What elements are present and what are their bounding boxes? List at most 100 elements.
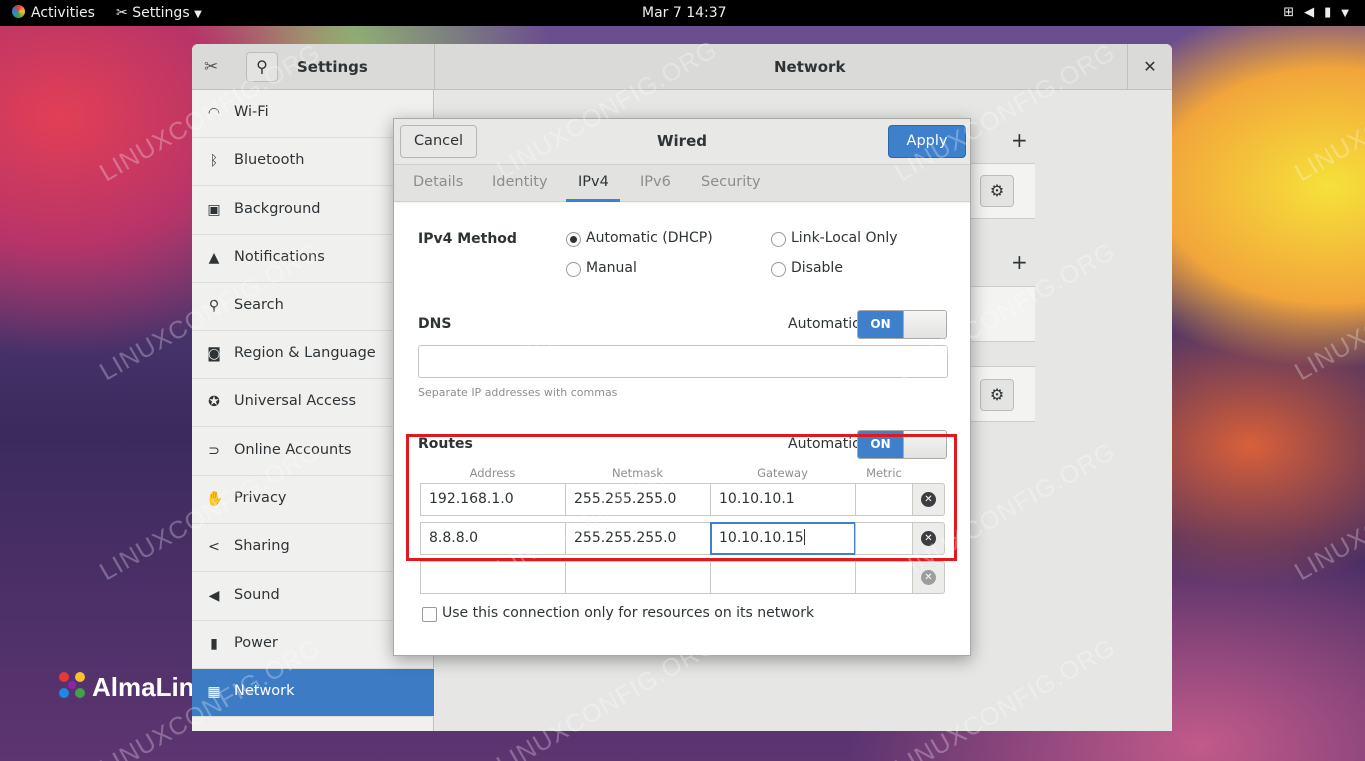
- bell-icon: ▲: [208, 250, 220, 266]
- sidebar-item-network[interactable]: ▦ Network: [192, 669, 434, 717]
- column-gateway: Gateway: [757, 466, 808, 480]
- network-icon: ▦: [207, 684, 221, 700]
- sidebar-item-label: Region & Language: [234, 345, 376, 361]
- privacy-hand-icon: ✋: [206, 491, 224, 507]
- close-button[interactable]: ✕: [1127, 44, 1172, 90]
- tab-details[interactable]: Details: [413, 174, 463, 190]
- search-icon: ⚲: [208, 298, 220, 314]
- sidebar-item-label: Online Accounts: [234, 442, 352, 458]
- route-netmask-input[interactable]: 255.255.255.0: [565, 483, 711, 516]
- sidebar-item-label: Network: [234, 683, 295, 699]
- settings-headerbar: ✂ ⚲ Settings Network ✕: [192, 44, 1172, 90]
- system-status-area[interactable]: ⊞◀▮▼: [1283, 4, 1349, 22]
- dns-automatic-label: Automatic: [788, 316, 860, 332]
- app-menu[interactable]: ✂ Settings ▼: [116, 4, 202, 22]
- wired-dialog: Cancel Wired Apply Details Identity IPv4…: [393, 118, 971, 656]
- chevron-down-icon: ▼: [1341, 8, 1349, 19]
- switch-knob: [903, 431, 946, 458]
- power-icon: ▮: [210, 636, 218, 652]
- sidebar-item-label: Universal Access: [234, 393, 357, 409]
- radio-automatic-dhcp[interactable]: [566, 232, 581, 247]
- bluetooth-icon: ᛒ: [209, 153, 219, 169]
- only-local-resources-checkbox[interactable]: [422, 607, 437, 622]
- delete-route-button[interactable]: ✕: [912, 561, 945, 594]
- search-button[interactable]: ⚲: [246, 52, 278, 82]
- text-caret: [803, 529, 805, 545]
- route-metric-input[interactable]: [855, 561, 913, 594]
- sidebar-item-label: Bluetooth: [234, 152, 305, 168]
- dns-automatic-switch[interactable]: ON: [857, 310, 947, 339]
- route-address-input[interactable]: 192.168.1.0: [420, 483, 566, 516]
- routes-automatic-label: Automatic: [788, 436, 860, 452]
- activities-button[interactable]: Activities: [12, 4, 95, 22]
- dialog-title: Wired: [657, 132, 707, 150]
- switch-on-label: ON: [858, 431, 903, 458]
- route-row: 8.8.8.0 255.255.255.0 10.10.10.15 ✕: [420, 522, 945, 555]
- column-address: Address: [469, 466, 516, 480]
- routes-label: Routes: [418, 436, 473, 452]
- route-metric-input[interactable]: [855, 522, 913, 555]
- add-connection-icon[interactable]: +: [1011, 128, 1028, 152]
- add-vpn-icon[interactable]: +: [1011, 250, 1028, 274]
- tab-security[interactable]: Security: [701, 174, 761, 190]
- online-accounts-icon: ⊃: [208, 443, 220, 459]
- column-netmask: Netmask: [611, 466, 664, 480]
- chevron-down-icon: ▼: [194, 9, 202, 20]
- route-netmask-input[interactable]: 255.255.255.0: [565, 522, 711, 555]
- radio-manual-label: Manual: [586, 260, 637, 276]
- route-metric-input[interactable]: [855, 483, 913, 516]
- proxy-settings-button[interactable]: ⚙: [980, 379, 1014, 411]
- close-icon: ✕: [1143, 57, 1157, 76]
- sidebar-item-label: Search: [234, 297, 284, 313]
- radio-disable[interactable]: [771, 262, 786, 277]
- share-icon: <: [208, 539, 220, 555]
- route-row: 192.168.1.0 255.255.255.0 10.10.10.1 ✕: [420, 483, 945, 516]
- settings-title: Settings: [297, 58, 368, 76]
- route-gateway-input[interactable]: 10.10.10.1: [710, 483, 856, 516]
- delete-icon: ✕: [921, 570, 936, 585]
- tab-ipv4[interactable]: IPv4: [578, 174, 609, 190]
- dns-hint: Separate IP addresses with commas: [418, 386, 618, 399]
- delete-route-button[interactable]: ✕: [912, 522, 945, 555]
- radio-link-local[interactable]: [771, 232, 786, 247]
- accessibility-icon: ✪: [208, 394, 220, 410]
- header-divider: [434, 44, 435, 90]
- clock[interactable]: Mar 7 14:37: [642, 4, 727, 22]
- search-icon: ⚲: [256, 57, 268, 76]
- dns-input[interactable]: [418, 345, 948, 378]
- route-row: ✕: [420, 561, 945, 594]
- camera-icon: ◙: [207, 346, 221, 362]
- sidebar-item-label: Power: [234, 635, 278, 651]
- radio-manual[interactable]: [566, 262, 581, 277]
- sidebar-item-label: Sharing: [234, 538, 290, 554]
- delete-route-button[interactable]: ✕: [912, 483, 945, 516]
- dialog-headerbar: Cancel Wired Apply: [394, 119, 970, 165]
- tools-icon: ✂: [116, 5, 128, 21]
- almalinux-logo-icon: [12, 5, 25, 18]
- sidebar-item-label: Privacy: [234, 490, 287, 506]
- switch-on-label: ON: [858, 311, 903, 338]
- gear-icon: ⚙: [989, 181, 1005, 200]
- route-address-input[interactable]: 8.8.8.0: [420, 522, 566, 555]
- dialog-tabs: Details Identity IPv4 IPv6 Security: [394, 165, 970, 202]
- sidebar-item-label: Notifications: [234, 249, 325, 265]
- radio-disable-label: Disable: [791, 260, 843, 276]
- wired-settings-button[interactable]: ⚙: [980, 175, 1014, 207]
- tab-identity[interactable]: Identity: [492, 174, 548, 190]
- sidebar-item-label: Wi-Fi: [234, 104, 269, 120]
- apply-button[interactable]: Apply: [888, 125, 966, 158]
- delete-icon: ✕: [921, 492, 936, 507]
- almalinux-logo-icon: [59, 672, 85, 698]
- tab-ipv6[interactable]: IPv6: [640, 174, 671, 190]
- routes-automatic-switch[interactable]: ON: [857, 430, 947, 459]
- gateway-text: 10.10.10.15: [719, 530, 804, 546]
- route-netmask-input[interactable]: [565, 561, 711, 594]
- wifi-icon: ◠: [207, 105, 221, 121]
- delete-icon: ✕: [921, 531, 936, 546]
- route-gateway-input[interactable]: 10.10.10.15: [710, 522, 856, 555]
- route-gateway-input[interactable]: [710, 561, 856, 594]
- gear-icon: ⚙: [989, 385, 1005, 404]
- route-address-input[interactable]: [420, 561, 566, 594]
- sidebar-item-label: Background: [234, 201, 321, 217]
- column-metric: Metric: [866, 466, 902, 480]
